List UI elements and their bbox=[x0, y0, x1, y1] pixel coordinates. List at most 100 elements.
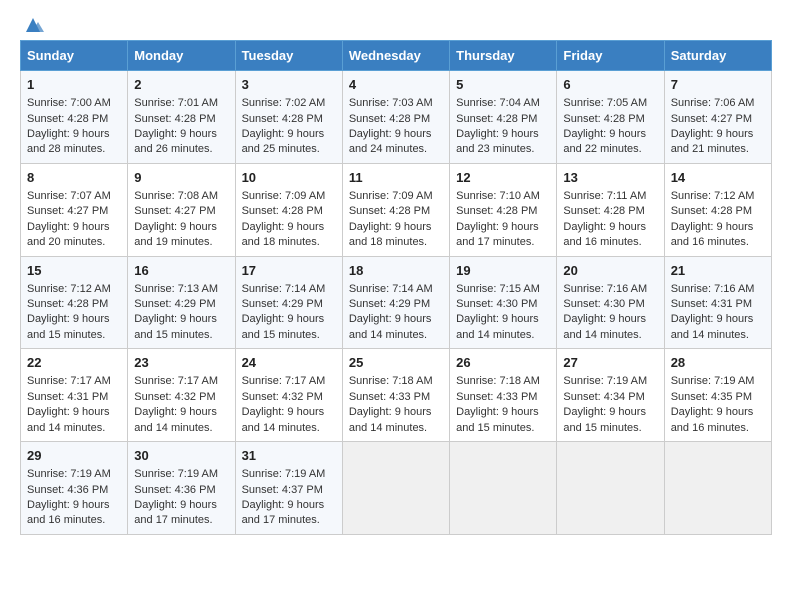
sunrise-text: Sunrise: 7:17 AM bbox=[27, 374, 121, 389]
day-number: 16 bbox=[134, 262, 228, 280]
calendar-table: SundayMondayTuesdayWednesdayThursdayFrid… bbox=[20, 40, 772, 535]
day-cell bbox=[557, 442, 664, 535]
sunrise-text: Sunrise: 7:09 AM bbox=[349, 189, 443, 204]
day-number: 31 bbox=[242, 447, 336, 465]
day-cell: 8Sunrise: 7:07 AMSunset: 4:27 PMDaylight… bbox=[21, 163, 128, 256]
day-cell: 19Sunrise: 7:15 AMSunset: 4:30 PMDayligh… bbox=[450, 256, 557, 349]
week-row-1: 1Sunrise: 7:00 AMSunset: 4:28 PMDaylight… bbox=[21, 71, 772, 164]
day-cell bbox=[342, 442, 449, 535]
day-cell: 23Sunrise: 7:17 AMSunset: 4:32 PMDayligh… bbox=[128, 349, 235, 442]
sunrise-text: Sunrise: 7:18 AM bbox=[349, 374, 443, 389]
sunset-text: Sunset: 4:30 PM bbox=[456, 297, 550, 312]
sunset-text: Sunset: 4:32 PM bbox=[242, 390, 336, 405]
daylight-text: Daylight: 9 hours and 24 minutes. bbox=[349, 127, 443, 158]
daylight-text: Daylight: 9 hours and 18 minutes. bbox=[242, 220, 336, 251]
daylight-text: Daylight: 9 hours and 26 minutes. bbox=[134, 127, 228, 158]
sunrise-text: Sunrise: 7:17 AM bbox=[134, 374, 228, 389]
daylight-text: Daylight: 9 hours and 19 minutes. bbox=[134, 220, 228, 251]
day-cell: 3Sunrise: 7:02 AMSunset: 4:28 PMDaylight… bbox=[235, 71, 342, 164]
day-cell: 9Sunrise: 7:08 AMSunset: 4:27 PMDaylight… bbox=[128, 163, 235, 256]
day-cell: 13Sunrise: 7:11 AMSunset: 4:28 PMDayligh… bbox=[557, 163, 664, 256]
day-number: 27 bbox=[563, 354, 657, 372]
sunrise-text: Sunrise: 7:03 AM bbox=[349, 96, 443, 111]
day-cell: 4Sunrise: 7:03 AMSunset: 4:28 PMDaylight… bbox=[342, 71, 449, 164]
sunset-text: Sunset: 4:28 PM bbox=[671, 204, 765, 219]
sunset-text: Sunset: 4:29 PM bbox=[242, 297, 336, 312]
day-cell: 10Sunrise: 7:09 AMSunset: 4:28 PMDayligh… bbox=[235, 163, 342, 256]
day-number: 15 bbox=[27, 262, 121, 280]
sunset-text: Sunset: 4:31 PM bbox=[27, 390, 121, 405]
day-cell: 30Sunrise: 7:19 AMSunset: 4:36 PMDayligh… bbox=[128, 442, 235, 535]
daylight-text: Daylight: 9 hours and 16 minutes. bbox=[27, 498, 121, 529]
day-cell: 6 Sunrise: 7:05 AMSunset: 4:28 PMDaylight… bbox=[557, 71, 664, 164]
col-header-monday: Monday bbox=[128, 41, 235, 71]
sunrise-text: Sunrise: 7:00 AM bbox=[27, 96, 121, 111]
sunset-text: Sunset: 4:35 PM bbox=[671, 390, 765, 405]
day-cell: 21Sunrise: 7:16 AMSunset: 4:31 PMDayligh… bbox=[664, 256, 771, 349]
sunrise-text: Sunrise: 7:12 AM bbox=[671, 189, 765, 204]
sunrise-text: Sunrise: 7:10 AM bbox=[456, 189, 550, 204]
day-cell: 1Sunrise: 7:00 AMSunset: 4:28 PMDaylight… bbox=[21, 71, 128, 164]
sunrise-text: Sunrise: 7:06 AM bbox=[671, 96, 765, 111]
sunrise-text: Sunrise: 7:19 AM bbox=[27, 467, 121, 482]
col-header-saturday: Saturday bbox=[664, 41, 771, 71]
col-header-friday: Friday bbox=[557, 41, 664, 71]
day-number: 29 bbox=[27, 447, 121, 465]
day-cell: 20Sunrise: 7:16 AMSunset: 4:30 PMDayligh… bbox=[557, 256, 664, 349]
sunset-text: Sunset: 4:37 PM bbox=[242, 483, 336, 498]
sunset-text: Sunset: 4:33 PM bbox=[349, 390, 443, 405]
sunrise-text: Sunrise: 7:17 AM bbox=[242, 374, 336, 389]
col-header-sunday: Sunday bbox=[21, 41, 128, 71]
col-header-wednesday: Wednesday bbox=[342, 41, 449, 71]
daylight-text: Daylight: 9 hours and 20 minutes. bbox=[27, 220, 121, 251]
daylight-text: Daylight: 9 hours and 16 minutes. bbox=[671, 405, 765, 436]
daylight-text: Daylight: 9 hours and 25 minutes. bbox=[242, 127, 336, 158]
sunrise-text: Sunrise: 7:01 AM bbox=[134, 96, 228, 111]
day-cell: 14Sunrise: 7:12 AMSunset: 4:28 PMDayligh… bbox=[664, 163, 771, 256]
sunset-text: Sunset: 4:28 PM bbox=[349, 204, 443, 219]
day-number: 28 bbox=[671, 354, 765, 372]
daylight-text: Daylight: 9 hours and 22 minutes. bbox=[563, 127, 657, 158]
sunset-text: Sunset: 4:36 PM bbox=[134, 483, 228, 498]
daylight-text: Daylight: 9 hours and 21 minutes. bbox=[671, 127, 765, 158]
sunrise-text: Sunrise: 7:12 AM bbox=[27, 282, 121, 297]
day-number: 4 bbox=[349, 76, 443, 94]
daylight-text: Daylight: 9 hours and 14 minutes. bbox=[242, 405, 336, 436]
daylight-text: Daylight: 9 hours and 17 minutes. bbox=[456, 220, 550, 251]
week-row-4: 22Sunrise: 7:17 AMSunset: 4:31 PMDayligh… bbox=[21, 349, 772, 442]
day-number: 20 bbox=[563, 262, 657, 280]
sunrise-text: Sunrise: 7:08 AM bbox=[134, 189, 228, 204]
sunset-text: Sunset: 4:28 PM bbox=[563, 112, 657, 127]
sunrise-text: Sunrise: 7:15 AM bbox=[456, 282, 550, 297]
day-cell: 18Sunrise: 7:14 AMSunset: 4:29 PMDayligh… bbox=[342, 256, 449, 349]
daylight-text: Daylight: 9 hours and 28 minutes. bbox=[27, 127, 121, 158]
sunrise-text: Sunrise: 7:11 AM bbox=[563, 189, 657, 204]
day-number: 6 bbox=[563, 76, 657, 94]
day-cell bbox=[664, 442, 771, 535]
sunrise-text: Sunrise: 7:05 AM bbox=[563, 96, 657, 111]
sunrise-text: Sunrise: 7:19 AM bbox=[563, 374, 657, 389]
daylight-text: Daylight: 9 hours and 15 minutes. bbox=[563, 405, 657, 436]
sunset-text: Sunset: 4:29 PM bbox=[134, 297, 228, 312]
daylight-text: Daylight: 9 hours and 14 minutes. bbox=[456, 312, 550, 343]
day-cell: 15Sunrise: 7:12 AMSunset: 4:28 PMDayligh… bbox=[21, 256, 128, 349]
day-number: 13 bbox=[563, 169, 657, 187]
col-header-thursday: Thursday bbox=[450, 41, 557, 71]
sunrise-text: Sunrise: 7:02 AM bbox=[242, 96, 336, 111]
day-number: 3 bbox=[242, 76, 336, 94]
sunrise-text: Sunrise: 7:07 AM bbox=[27, 189, 121, 204]
sunset-text: Sunset: 4:28 PM bbox=[27, 297, 121, 312]
sunset-text: Sunset: 4:28 PM bbox=[456, 112, 550, 127]
day-cell: 27Sunrise: 7:19 AMSunset: 4:34 PMDayligh… bbox=[557, 349, 664, 442]
day-cell: 28Sunrise: 7:19 AMSunset: 4:35 PMDayligh… bbox=[664, 349, 771, 442]
week-row-3: 15 Sunrise: 7:12 AMSunset: 4:28 PM Dayligh… bbox=[21, 256, 772, 349]
day-number: 1 bbox=[27, 76, 121, 94]
sunset-text: Sunset: 4:33 PM bbox=[456, 390, 550, 405]
day-cell: 24Sunrise: 7:17 AMSunset: 4:32 PMDayligh… bbox=[235, 349, 342, 442]
sunset-text: Sunset: 4:30 PM bbox=[563, 297, 657, 312]
day-cell: 7Sunrise: 7:06 AMSunset: 4:27 PMDaylight… bbox=[664, 71, 771, 164]
daylight-text: Daylight: 9 hours and 15 minutes. bbox=[456, 405, 550, 436]
sunrise-text: Sunrise: 7:19 AM bbox=[242, 467, 336, 482]
sunset-text: Sunset: 4:27 PM bbox=[134, 204, 228, 219]
week-row-5: 29 Sunrise: 7:19 AM Sunset: 4:36 PM Dayligh… bbox=[21, 442, 772, 535]
